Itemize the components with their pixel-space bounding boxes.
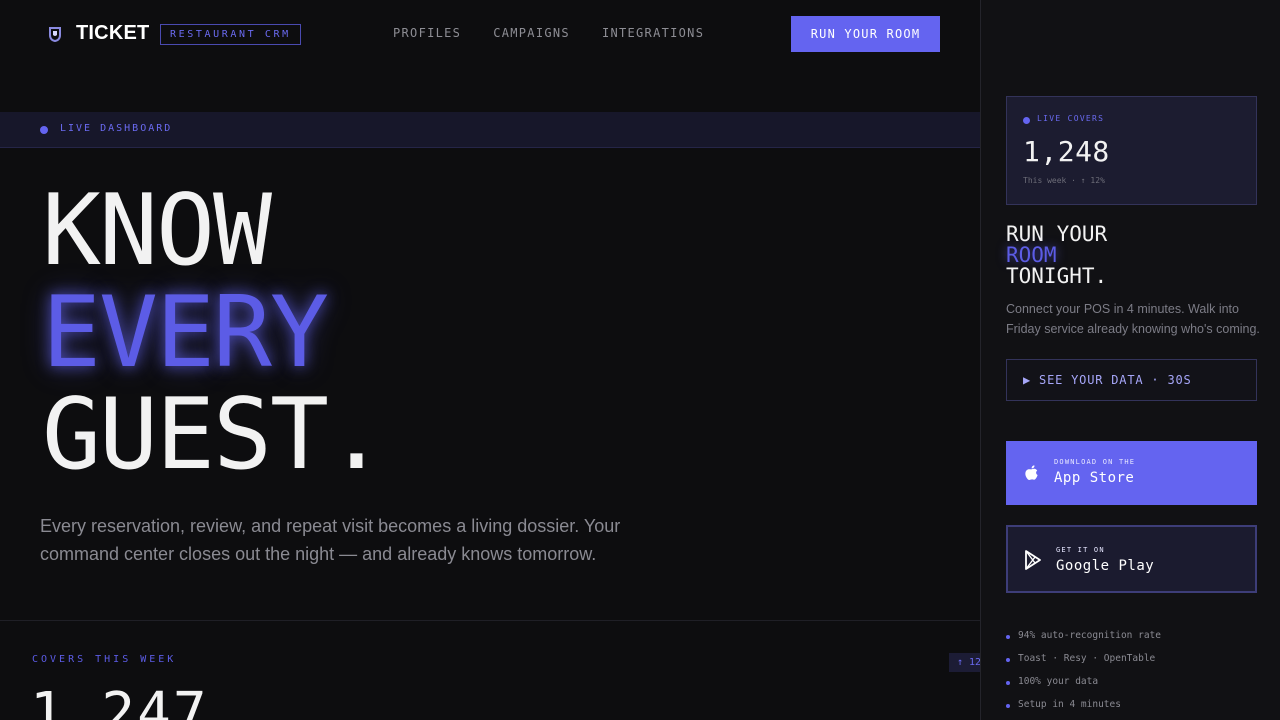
google-play-button[interactable]: GET IT ON Google Play <box>1006 525 1257 593</box>
section-divider <box>0 620 980 621</box>
hero-description: Every reservation, review, and repeat vi… <box>40 516 621 564</box>
covers-trend-badge: ↑ 12 <box>949 653 980 672</box>
live-covers-label: LIVE COVERS <box>1037 114 1105 123</box>
nav-item-profiles[interactable]: PROFILES <box>393 26 461 40</box>
right-panel: LIVE COVERS 1,248 This week · ↑ 12% RUN … <box>980 0 1280 720</box>
panel-title-accent: ROOM <box>1006 243 1057 267</box>
logo[interactable]: TICKET <box>48 22 149 45</box>
brand-badge: RESTAURANT CRM <box>160 24 301 45</box>
covers-this-week-label: COVERS THIS WEEK <box>32 654 177 665</box>
feature-item: 100% your data <box>1006 676 1161 699</box>
hero-line-every: EVERY <box>42 276 329 390</box>
app-store-label: App Store <box>1054 470 1135 486</box>
play-icon <box>1025 550 1041 570</box>
live-dashboard-label: LIVE DASHBOARD <box>60 123 173 134</box>
live-covers-card: LIVE COVERS 1,248 This week · ↑ 12% <box>1006 96 1257 205</box>
top-header: TICKET RESTAURANT CRM PROFILES CAMPAIGNS… <box>0 0 980 68</box>
live-covers-value: 1,248 <box>1023 135 1110 168</box>
panel-title-line-1: RUN YOUR <box>1006 222 1108 246</box>
live-dashboard-strip: LIVE DASHBOARD <box>0 112 980 148</box>
app-store-button[interactable]: DOWNLOAD ON THE App Store <box>1006 441 1257 505</box>
panel-title: RUN YOUR ROOM TONIGHT. <box>1006 224 1107 287</box>
live-indicator-dot <box>40 126 48 134</box>
nav-item-campaigns[interactable]: CAMPAIGNS <box>493 26 570 40</box>
apple-icon <box>1025 465 1038 480</box>
google-play-small-text: GET IT ON <box>1056 546 1105 554</box>
panel-description: Connect your POS in 4 minutes. Walk into… <box>1006 302 1260 336</box>
main-nav: PROFILES CAMPAIGNS INTEGRATIONS <box>393 26 736 40</box>
see-your-data-button[interactable]: ▶ SEE YOUR DATA · 30S <box>1006 359 1257 401</box>
nav-item-integrations[interactable]: INTEGRATIONS <box>602 26 704 40</box>
app-store-small-text: DOWNLOAD ON THE <box>1054 458 1136 466</box>
panel-title-line-3: TONIGHT. <box>1006 264 1108 288</box>
live-covers-subtext: This week · ↑ 12% <box>1023 176 1105 185</box>
feature-item: 94% auto-recognition rate <box>1006 630 1161 653</box>
ticket-logo-icon <box>49 26 61 42</box>
feature-list: 94% auto-recognition rate Toast · Resy ·… <box>1006 630 1161 720</box>
feature-item: Toast · Resy · OpenTable <box>1006 653 1161 676</box>
brand-name: TICKET <box>76 22 150 44</box>
run-your-room-button[interactable]: RUN YOUR ROOM <box>791 16 940 52</box>
hero-line-guest: GUEST. <box>42 378 386 492</box>
hero-line-know: KNOW <box>42 174 272 288</box>
live-covers-dot <box>1023 117 1030 124</box>
covers-this-week-value: 1,247 <box>30 681 209 720</box>
google-play-label: Google Play <box>1056 558 1155 574</box>
feature-item: Setup in 4 minutes <box>1006 699 1161 720</box>
